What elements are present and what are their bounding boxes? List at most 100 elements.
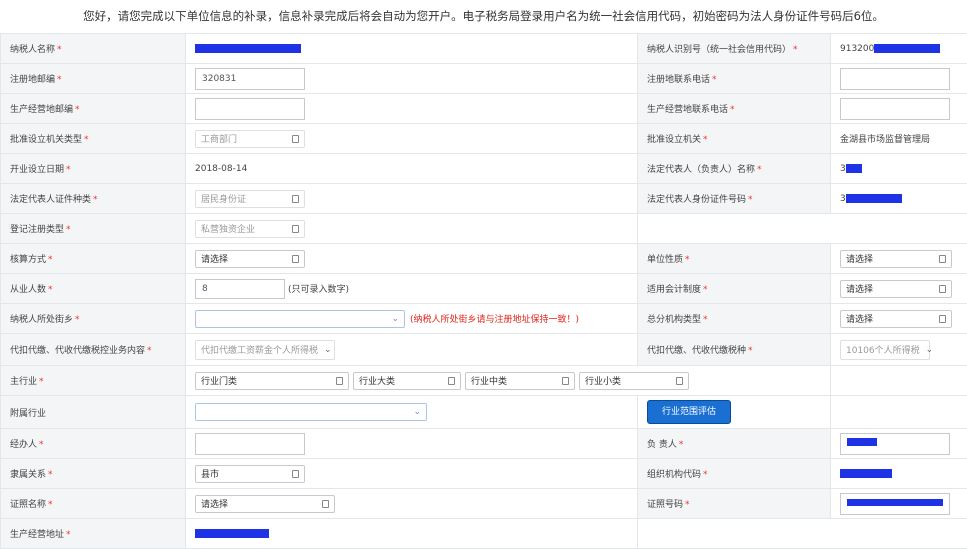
cert-no-redacted [847, 499, 943, 506]
dropdown-icon [292, 255, 299, 263]
dropdown-icon [676, 377, 683, 385]
industry-middle-select[interactable]: 行业中类 [465, 372, 575, 390]
row-taxpayer-name: 纳税人名称* 纳税人识别号（统一社会信用代码）* 913200 [1, 34, 967, 64]
biz-phone-input[interactable] [840, 98, 950, 120]
sub-industry-select[interactable]: ⌄ [195, 403, 427, 421]
label-affiliation: 隶属关系 [10, 470, 46, 480]
taxpayer-id-redacted [874, 44, 940, 53]
dropdown-icon [292, 225, 299, 233]
street-select[interactable]: ⌄ [195, 310, 405, 328]
unit-info-form: 纳税人名称* 纳税人识别号（统一社会信用代码）* 913200 注册地邮编* 3… [0, 33, 967, 549]
approval-org-value: 金湖县市场监督管理局 [840, 135, 930, 145]
legal-id-redacted [846, 194, 902, 203]
label-org-code: 组织机构代码 [647, 470, 701, 480]
unit-nature-select[interactable]: 请选择 [840, 250, 952, 268]
row-cert: 证照名称* 请选择 证照号码* [1, 489, 967, 519]
row-accounting: 核算方式* 请选择 单位性质* 请选择 [1, 244, 967, 274]
reg-postcode-input[interactable]: 320831 [195, 68, 305, 90]
org-code-redacted [840, 469, 892, 478]
chevron-down-icon: ⌄ [413, 407, 421, 417]
notice-banner: 您好，请您完成以下单位信息的补录，信息补录完成后将会自动为您开户。电子税务局登录… [0, 0, 967, 33]
label-reg-phone: 注册地联系电话 [647, 75, 710, 85]
label-biz-phone: 生产经营地联系电话 [647, 105, 728, 115]
acct-system-select[interactable]: 请选择 [840, 280, 952, 298]
row-street: 纳税人所处街乡* ⌄(纳税人所处街乡请与注册地址保持一致！) 总分机构类型* 请… [1, 304, 967, 334]
dropdown-icon [562, 377, 569, 385]
row-sub-industry: 附属行业 ⌄ 行业范围评估 [1, 396, 967, 429]
dropdown-icon [939, 315, 946, 323]
label-legal-id-no: 法定代表人身份证件号码 [647, 195, 746, 205]
row-reg-type: 登记注册类型* 私营独资企业 [1, 214, 967, 244]
label-handler: 经办人 [10, 440, 37, 450]
label-branch-type: 总分机构类型 [647, 315, 701, 325]
label-biz-postcode: 生产经营地邮编 [10, 105, 73, 115]
row-biz-postcode: 生产经营地邮编* 生产经营地联系电话* [1, 94, 967, 124]
cert-no-input[interactable] [840, 493, 950, 515]
row-affiliation: 隶属关系* 县市 组织机构代码* [1, 459, 967, 489]
approval-type-select[interactable]: 工商部门 [195, 130, 305, 148]
label-taxpayer-name: 纳税人名称 [10, 45, 55, 55]
handler-input[interactable] [195, 433, 305, 455]
label-main-industry: 主行业 [10, 377, 37, 387]
chevron-down-icon: ⌄ [324, 345, 332, 355]
row-legal-id: 法定代表人证件种类* 居民身份证 法定代表人身份证件号码* 3 [1, 184, 967, 214]
label-reg-postcode: 注册地邮编 [10, 75, 55, 85]
dropdown-icon [336, 377, 343, 385]
label-taxpayer-id: 纳税人识别号（统一社会信用代码） [647, 45, 791, 55]
row-withhold: 代扣代缴、代收代缴税控业务内容* 代扣代缴工资薪金个人所得税⌄ 代扣代缴、代收代… [1, 334, 967, 366]
label-legal-name: 法定代表人（负责人）名称 [647, 165, 755, 175]
accounting-select[interactable]: 请选择 [195, 250, 305, 268]
biz-address-redacted [195, 529, 269, 538]
open-date-value: 2018-08-14 [195, 164, 247, 174]
row-reg-postcode: 注册地邮编* 320831 注册地联系电话* [1, 64, 967, 94]
row-open-date: 开业设立日期* 2018-08-14 法定代表人（负责人）名称* 3 [1, 154, 967, 184]
dropdown-icon [939, 285, 946, 293]
label-employees: 从业人数 [10, 285, 46, 295]
label-biz-address: 生产经营地址 [10, 530, 64, 540]
dropdown-icon [939, 255, 946, 263]
industry-scope-button[interactable]: 行业范围评估 [647, 400, 731, 424]
label-approval-type: 批准设立机关类型 [10, 135, 82, 145]
biz-postcode-input[interactable] [195, 98, 305, 120]
person-in-charge-input[interactable] [840, 433, 950, 455]
dropdown-icon [292, 195, 299, 203]
employees-hint: (只可录入数字) [288, 285, 349, 295]
affiliation-select[interactable]: 县市 [195, 465, 305, 483]
label-unit-nature: 单位性质 [647, 255, 683, 265]
label-cert-name: 证照名称 [10, 500, 46, 510]
industry-category-select[interactable]: 行业门类 [195, 372, 349, 390]
legal-id-type-select[interactable]: 居民身份证 [195, 190, 305, 208]
industry-major-select[interactable]: 行业大类 [353, 372, 461, 390]
chevron-down-icon: ⌄ [391, 314, 399, 324]
withhold-tax-select[interactable]: 10106个人所得税⌄ [840, 340, 930, 360]
reg-phone-input[interactable] [840, 68, 950, 90]
dropdown-icon [322, 500, 329, 508]
chevron-down-icon: ⌄ [926, 345, 934, 355]
dropdown-icon [292, 135, 299, 143]
cert-name-select[interactable]: 请选择 [195, 495, 335, 513]
label-street: 纳税人所处街乡 [10, 315, 73, 325]
reg-type-select[interactable]: 私营独资企业 [195, 220, 305, 238]
employees-input[interactable]: 8 [195, 279, 285, 299]
label-sub-industry: 附属行业 [10, 409, 46, 419]
row-employees: 从业人数* 8(只可录入数字) 适用会计制度* 请选择 [1, 274, 967, 304]
dropdown-icon [292, 470, 299, 478]
legal-name-redacted [846, 164, 862, 173]
label-legal-id-type: 法定代表人证件种类 [10, 195, 91, 205]
label-accounting: 核算方式 [10, 255, 46, 265]
row-handler: 经办人* 负 责人* [1, 429, 967, 459]
street-note: (纳税人所处街乡请与注册地址保持一致！) [410, 315, 579, 325]
label-approval-org: 批准设立机关 [647, 135, 701, 145]
label-person-in-charge: 负 责人 [647, 440, 677, 450]
branch-type-select[interactable]: 请选择 [840, 310, 952, 328]
row-approval: 批准设立机关类型* 工商部门 批准设立机关* 金湖县市场监督管理局 [1, 124, 967, 154]
label-acct-system: 适用会计制度 [647, 285, 701, 295]
dropdown-icon [448, 377, 455, 385]
row-main-industry: 主行业* 行业门类行业大类行业中类行业小类 [1, 366, 967, 396]
label-cert-no: 证照号码 [647, 500, 683, 510]
industry-minor-select[interactable]: 行业小类 [579, 372, 689, 390]
withhold-content-select[interactable]: 代扣代缴工资薪金个人所得税⌄ [195, 340, 335, 360]
label-withhold-tax: 代扣代缴、代收代缴税种 [647, 346, 746, 356]
taxpayer-name-redacted [195, 44, 301, 53]
person-in-charge-redacted [847, 438, 877, 446]
